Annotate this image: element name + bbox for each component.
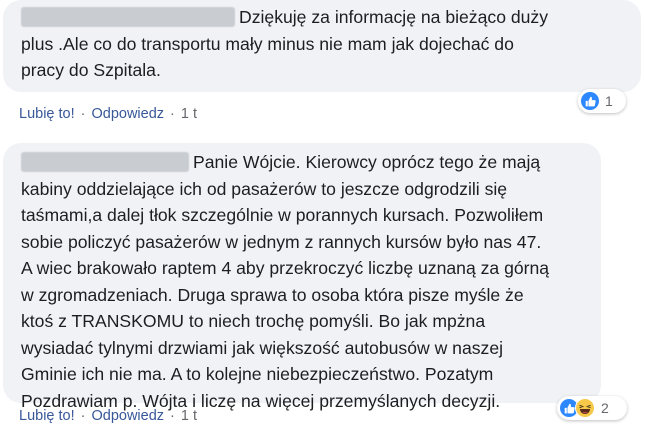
like-link[interactable]: Lubię to! xyxy=(19,408,75,424)
like-link[interactable]: Lubię to! xyxy=(19,106,75,122)
separator: · xyxy=(170,408,175,424)
separator: · xyxy=(80,408,86,424)
reactions-summary[interactable]: 2 xyxy=(557,396,627,420)
reply-link[interactable]: Odpowiedz xyxy=(91,408,164,424)
reaction-count: 2 xyxy=(601,400,609,416)
comment-body: Dziękuję za informację na bieżąco duży p… xyxy=(21,4,633,84)
comment-actions: Lubię to! · Odpowiedz · 1 t xyxy=(19,106,197,122)
haha-icon xyxy=(575,398,595,418)
comment-text: Panie Wójcie. Kierowcy oprócz tego że ma… xyxy=(21,152,550,411)
reply-link[interactable]: Odpowiedz xyxy=(91,106,164,122)
comment-body: Panie Wójcie. Kierowcy oprócz tego że ma… xyxy=(21,149,596,414)
timestamp[interactable]: 1 t xyxy=(181,408,197,424)
comment-actions: Lubię to! · Odpowiedz · 1 t xyxy=(19,408,197,424)
author-name-redacted[interactable] xyxy=(21,7,235,27)
like-icon xyxy=(581,92,599,110)
comment-bubble: Panie Wójcie. Kierowcy oprócz tego że ma… xyxy=(3,143,601,411)
comment-bubble: Dziękuję za informację na bieżąco duży p… xyxy=(3,0,641,92)
separator: · xyxy=(170,106,175,122)
author-name-redacted[interactable] xyxy=(21,152,189,172)
reaction-count: 1 xyxy=(605,93,613,109)
separator: · xyxy=(80,106,86,122)
timestamp[interactable]: 1 t xyxy=(181,106,197,122)
reactions-summary[interactable]: 1 xyxy=(578,89,626,113)
